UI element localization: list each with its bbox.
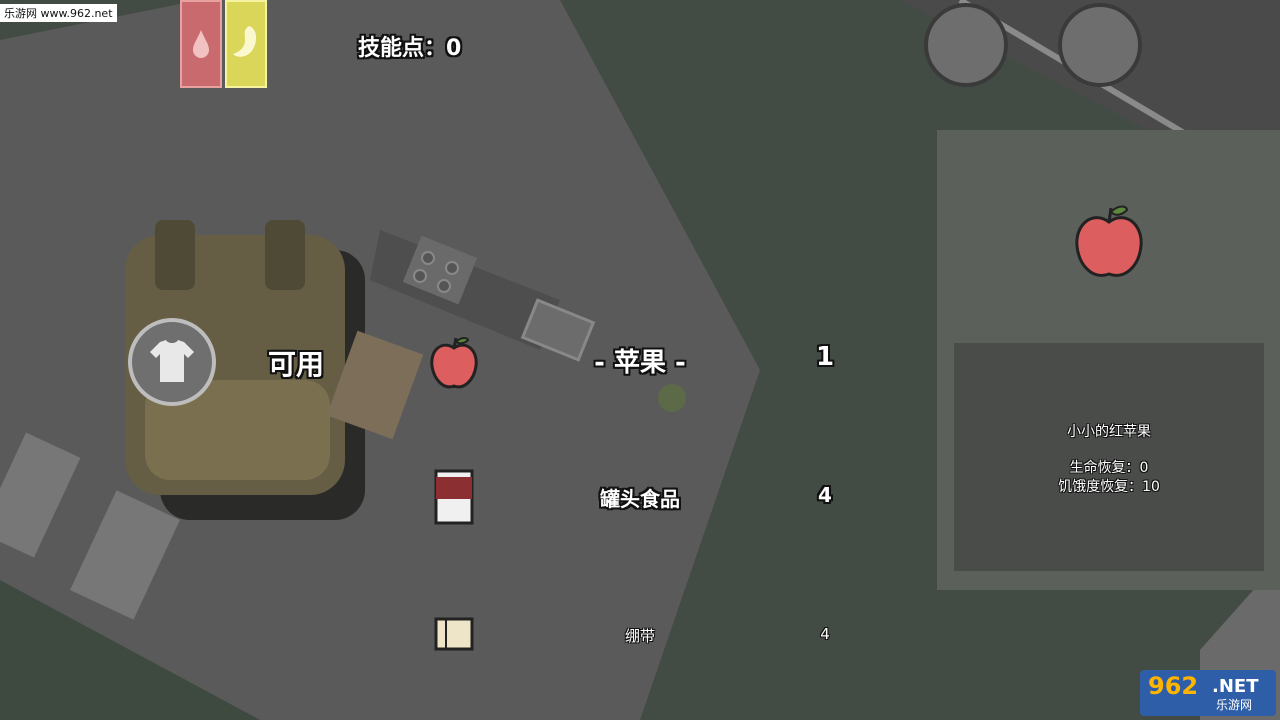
apple-icon [430,337,478,389]
item-description-box: 小小的红苹果 生命恢复：0 饥饿度恢复：10 [954,343,1264,571]
action-button-1[interactable] [924,3,1008,87]
item-name: 绷带 [624,627,655,645]
shirt-icon [150,340,194,382]
item-name: 罐头食品 [600,487,680,511]
inventory-row-canned-food[interactable]: 罐头食品 4 [420,465,860,529]
item-quantity: 4 [820,625,830,643]
item-description: 小小的红苹果 [1067,424,1151,440]
logo-net: .NET [1212,676,1259,697]
item-quantity: 1 [815,342,835,372]
inventory-row-apple[interactable]: - 苹果 - 1 [420,330,860,394]
canned-food-icon [434,469,474,525]
item-quantity: 4 [818,483,832,507]
hunger-restore-stat: 饥饿度恢复：10 [1058,479,1160,495]
detail-apple-icon [1075,205,1143,277]
skill-points-label: 技能点：0 [358,36,462,61]
hunger-bar [225,0,267,88]
site-logo: 962 .NET 乐游网 [1140,670,1276,716]
health-restore-stat: 生命恢复：0 [1069,460,1149,476]
logo-cn: 乐游网 [1216,698,1253,712]
bandage-icon [434,617,474,651]
site-watermark: 乐游网 www.962.net [0,4,117,22]
action-button-2[interactable] [1058,3,1142,87]
blood-drop-icon [193,30,209,58]
stomach-icon [233,26,257,57]
logo-number: 962 [1148,672,1199,700]
inventory-row-bandage[interactable]: 绷带 4 [420,605,860,665]
inventory-tab-available[interactable]: 可用 [268,343,324,383]
health-bar [180,0,222,88]
clothing-button[interactable] [128,318,216,406]
item-name: - 苹果 - [594,348,686,378]
